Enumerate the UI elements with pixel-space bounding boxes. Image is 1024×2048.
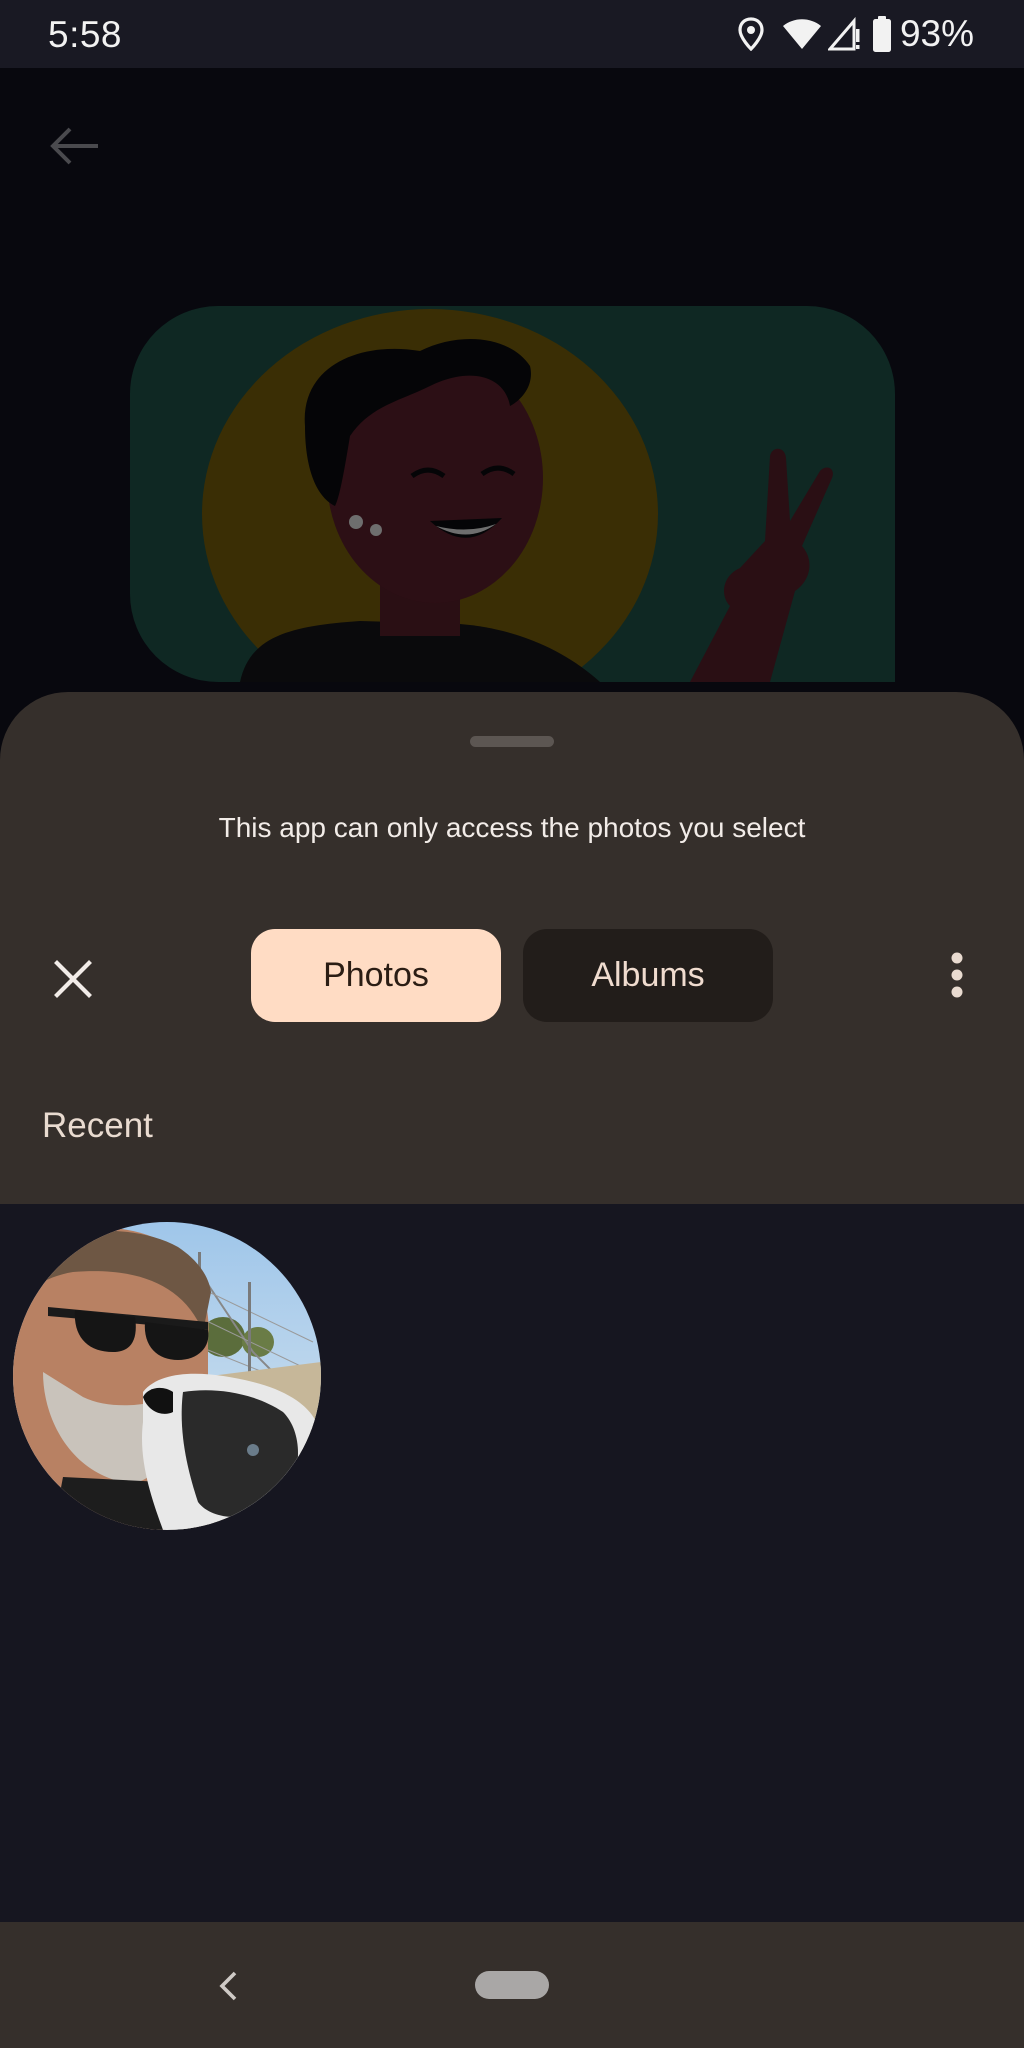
sheet-subtitle: This app can only access the photos you … <box>218 812 806 843</box>
cell-signal-icon <box>827 17 862 51</box>
status-time: 5:58 <box>48 14 123 55</box>
photo-picker-sheet: This app can only access the photos you … <box>0 692 1024 1204</box>
status-icons: 93% <box>738 13 974 54</box>
section-title-recent: Recent <box>42 1106 153 1145</box>
navigation-bar <box>0 1922 1024 2048</box>
tab-photos[interactable]: Photos <box>251 929 501 1022</box>
arrow-left-icon[interactable] <box>44 118 104 174</box>
more-vert-icon[interactable] <box>936 945 978 1005</box>
person-waving-illustration <box>130 306 895 682</box>
drag-handle[interactable] <box>470 736 554 747</box>
tab-albums-label: Albums <box>591 956 705 994</box>
tab-albums[interactable]: Albums <box>523 929 773 1022</box>
photo-grid <box>0 1204 1024 1922</box>
home-pill-icon[interactable] <box>475 1971 549 1999</box>
battery-percentage: 93% <box>899 13 974 54</box>
status-bar: 5:58 93% <box>0 0 1024 68</box>
close-icon[interactable] <box>46 952 100 1006</box>
battery-icon <box>872 16 892 52</box>
tab-photos-label: Photos <box>323 956 429 994</box>
photo-thumbnail[interactable] <box>13 1222 321 1530</box>
location-icon <box>738 17 764 51</box>
nav-back-icon[interactable] <box>206 1964 250 2008</box>
wifi-icon <box>782 18 822 50</box>
